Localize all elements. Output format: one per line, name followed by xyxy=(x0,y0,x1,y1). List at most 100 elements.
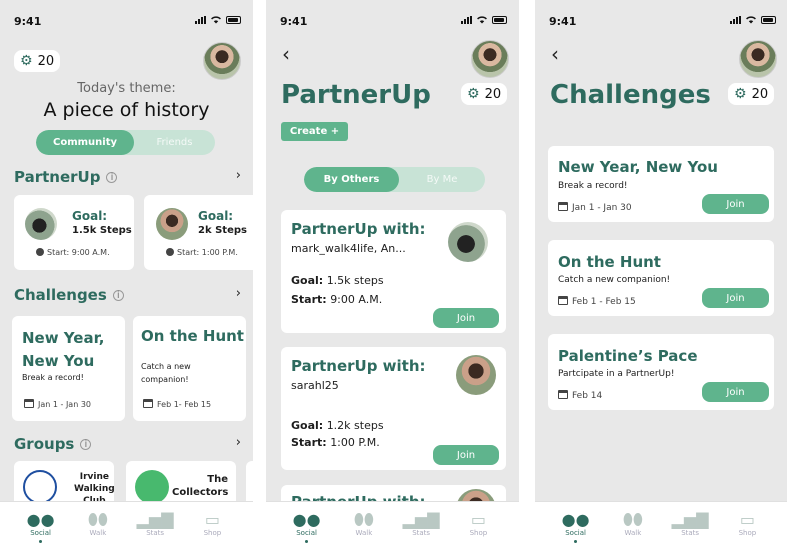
back-arrow-icon[interactable]: ‹ xyxy=(282,42,290,66)
tab-stats[interactable]: ▂▅▇ Stats xyxy=(670,502,710,538)
partnerup-card[interactable]: PartnerUp with: sarahl25 Goal: 1.2k step… xyxy=(281,347,506,470)
start-row: Start: 1:00 P.M. xyxy=(291,436,380,449)
bottom-tab-bar: ●● Social ⬮⬮ Walk ▂▅▇ Stats ▭ Shop xyxy=(266,501,519,551)
goal-label: Goal: xyxy=(198,209,234,223)
status-icons xyxy=(730,15,776,24)
join-button[interactable]: Join xyxy=(433,308,499,328)
social-home-screen: 9:41 ⚙ 20 Today's theme: A piece of hist… xyxy=(0,0,253,551)
tab-walk[interactable]: ⬮⬮ Walk xyxy=(613,502,653,538)
challenge-date: Feb 14 xyxy=(558,390,602,401)
info-icon[interactable]: i xyxy=(80,438,92,450)
partner-card[interactable]: Goal: 2k Steps Start: 1:00 P.M. xyxy=(144,195,253,270)
challenge-date-text: Jan 1 - Jan 30 xyxy=(38,400,91,409)
challenge-desc: Break a record! xyxy=(22,373,84,382)
join-button[interactable]: Join xyxy=(702,382,769,402)
store-icon: ▭ xyxy=(739,510,755,529)
partner-card[interactable]: Goal: 1.5k Steps Start: 9:00 A.M. xyxy=(14,195,134,270)
tab-stats[interactable]: ▂▅▇ Stats xyxy=(135,502,175,538)
tab-community[interactable]: Community xyxy=(36,130,134,155)
create-button[interactable]: Create + xyxy=(281,122,348,141)
challenge-title: Palentine’s Pace xyxy=(558,347,698,365)
calendar-icon xyxy=(558,202,568,211)
challenge-date: Jan 1 - Jan 30 xyxy=(24,399,91,409)
challenges-screen: 9:41 ‹ Challenges ⚙ 20 New Year, New You… xyxy=(535,0,787,551)
tab-social[interactable]: ●● Social xyxy=(21,502,61,543)
challenge-desc-line: Catch a new xyxy=(141,362,191,371)
goal-row: Goal: 1.2k steps xyxy=(291,419,384,432)
tab-label: Stats xyxy=(146,529,165,537)
profile-avatar[interactable] xyxy=(471,40,509,78)
partnerup-card[interactable]: PartnerUp with: mark_walk4life, An... Go… xyxy=(281,210,506,333)
challenges-heading: Challenges i xyxy=(14,286,124,304)
challenge-date-text: Feb 1 - Feb 15 xyxy=(572,297,636,307)
challenge-desc: Catch a new companion! xyxy=(558,275,671,285)
tab-friends[interactable]: Friends xyxy=(134,130,215,155)
join-button[interactable]: Join xyxy=(702,194,769,214)
partnerup-card-users: mark_walk4life, An... xyxy=(291,242,406,255)
start-label: Start: xyxy=(291,436,327,449)
coin-counter[interactable]: ⚙ 20 xyxy=(728,83,775,105)
tab-label: Walk xyxy=(624,529,642,537)
challenge-card[interactable]: Palentine’s Pace Partcipate in a Partner… xyxy=(548,334,774,410)
chevron-right-icon[interactable]: › xyxy=(236,286,241,301)
tab-label: Shop xyxy=(203,529,222,537)
tab-shop[interactable]: ▭ Shop xyxy=(458,502,498,538)
by-others-by-me-toggle[interactable]: By Others By Me xyxy=(304,167,485,192)
join-button[interactable]: Join xyxy=(433,445,499,465)
tab-by-me[interactable]: By Me xyxy=(399,167,485,192)
tab-walk[interactable]: ⬮⬮ Walk xyxy=(78,502,118,538)
group-name-line: Irvine xyxy=(79,472,109,482)
tab-by-others[interactable]: By Others xyxy=(304,167,399,192)
chevron-right-icon[interactable]: › xyxy=(236,168,241,183)
status-icons xyxy=(461,15,507,24)
partner-avatar xyxy=(25,208,57,240)
wifi-icon xyxy=(746,16,756,24)
goal-row: Goal: 1.5k steps xyxy=(291,274,384,287)
goal-value: 1.2k steps xyxy=(326,419,384,432)
partnerup-heading-label: PartnerUp xyxy=(14,168,101,186)
coin-counter[interactable]: ⚙ 20 xyxy=(461,83,508,105)
coin-counter[interactable]: ⚙ 20 xyxy=(14,50,61,72)
info-icon[interactable]: i xyxy=(106,171,118,183)
tab-label: Stats xyxy=(681,529,700,537)
status-time: 9:41 xyxy=(280,15,308,28)
challenge-date-text: Feb 1- Feb 15 xyxy=(157,400,212,409)
wifi-icon xyxy=(211,16,221,24)
tab-stats[interactable]: ▂▅▇ Stats xyxy=(401,502,441,538)
challenge-card[interactable]: On the Hunt Catch a new companion! Feb 1… xyxy=(548,240,774,316)
start-time-text: Start: 1:00 P.M. xyxy=(177,248,238,257)
signal-icon xyxy=(730,15,741,24)
challenge-title: New Year, New You xyxy=(22,327,104,373)
challenge-card[interactable]: New Year, New You Break a record! Jan 1 … xyxy=(548,146,774,222)
chevron-right-icon[interactable]: › xyxy=(236,435,241,450)
footprints-icon: ⬮⬮ xyxy=(87,510,108,529)
signal-icon xyxy=(461,15,472,24)
partner-avatar xyxy=(156,208,188,240)
tab-walk[interactable]: ⬮⬮ Walk xyxy=(344,502,384,538)
challenge-card[interactable]: On the Hunt Catch a new companion! Feb 1… xyxy=(133,316,246,421)
group-name: The Collectors xyxy=(172,473,228,499)
clock-icon xyxy=(166,248,174,256)
info-icon[interactable]: i xyxy=(112,289,124,301)
partner-avatar xyxy=(448,222,488,262)
tab-label: Social xyxy=(565,529,586,537)
bottom-tab-bar: ●● Social ⬮⬮ Walk ▂▅▇ Stats ▭ Shop xyxy=(535,501,787,551)
challenge-card[interactable]: New Year, New You Break a record! Jan 1 … xyxy=(12,316,125,421)
calendar-icon xyxy=(558,296,568,305)
profile-avatar[interactable] xyxy=(739,40,777,78)
community-friends-toggle[interactable]: Community Friends xyxy=(36,130,215,155)
footprints-icon: ⬮⬮ xyxy=(622,510,643,529)
tab-shop[interactable]: ▭ Shop xyxy=(192,502,232,538)
tab-shop[interactable]: ▭ Shop xyxy=(727,502,767,538)
battery-icon xyxy=(761,15,776,24)
groups-heading-label: Groups xyxy=(14,435,75,453)
challenge-date: Feb 1 - Feb 15 xyxy=(558,296,636,307)
join-button[interactable]: Join xyxy=(702,288,769,308)
profile-avatar[interactable] xyxy=(203,42,241,80)
status-time: 9:41 xyxy=(14,15,42,28)
tab-social[interactable]: ●● Social xyxy=(287,502,327,543)
bar-chart-icon: ▂▅▇ xyxy=(136,510,174,529)
goal-value: 1.5k Steps xyxy=(72,225,132,236)
back-arrow-icon[interactable]: ‹ xyxy=(551,42,559,66)
tab-social[interactable]: ●● Social xyxy=(556,502,596,543)
